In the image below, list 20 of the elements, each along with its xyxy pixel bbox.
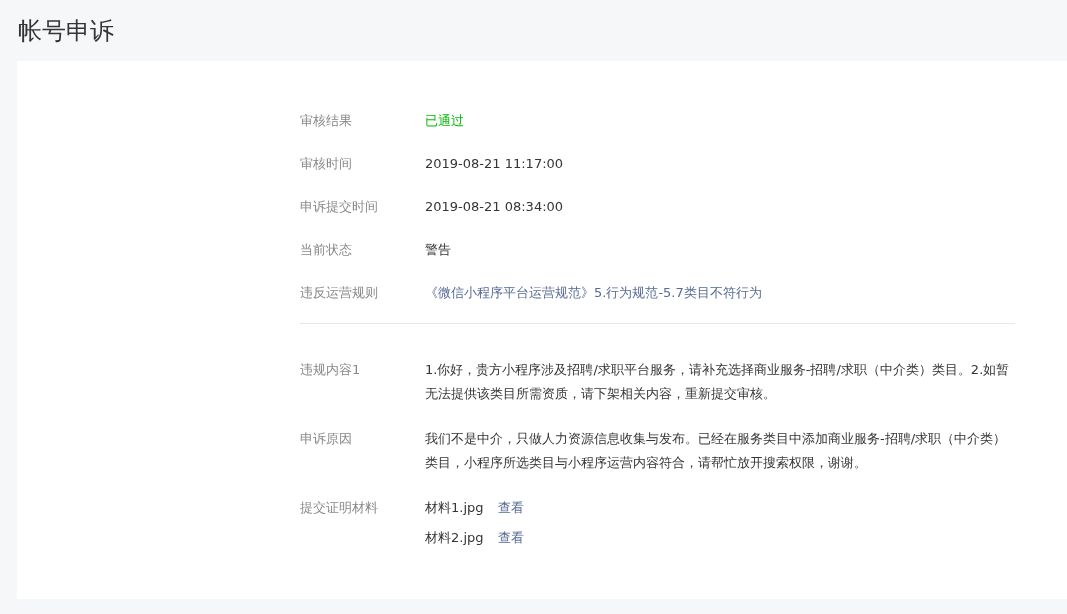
field-value: 2019-08-21 08:34:00 (425, 198, 564, 216)
field-label: 提交证明材料 (300, 499, 379, 517)
field-label: 申诉提交时间 (300, 198, 379, 216)
field-label: 审核结果 (300, 112, 353, 130)
status-text: 已通过 (425, 112, 464, 130)
field-value: 警告 (425, 241, 451, 259)
file-name: 材料1.jpg (425, 499, 484, 517)
field-label: 申诉原因 (300, 430, 353, 448)
view-link[interactable]: 查看 (497, 498, 524, 518)
field-label: 当前状态 (300, 241, 353, 259)
field-value: 1.你好，贵方小程序涉及招聘/求职平台服务，请补充选择商业服务-招聘/求职（中介类）类目。2.如暂无法提供该类目所需资质，请下架相关内容，重新提交审核。 (425, 361, 1011, 403)
rule-link[interactable]: 《微信小程序平台运营规范》5.行为规范-5.7类目不符行为 (425, 283, 762, 303)
page-title: 帐号申诉 (17, 16, 115, 47)
view-link[interactable]: 查看 (497, 528, 524, 548)
file-name: 材料2.jpg (425, 529, 484, 547)
field-label: 违规内容1 (300, 361, 362, 379)
field-value: 我们不是中介，只做人力资源信息收集与发布。已经在服务类目中添加商业服务-招聘/求职（中介类）类目，小程序所选类目与小程序运营内容符合，请帮忙放开搜索权限，谢谢。 (425, 430, 1008, 472)
field-value: 2019-08-21 11:17:00 (425, 155, 564, 173)
field-label: 审核时间 (300, 155, 353, 173)
field-label: 违反运营规则 (300, 284, 379, 302)
